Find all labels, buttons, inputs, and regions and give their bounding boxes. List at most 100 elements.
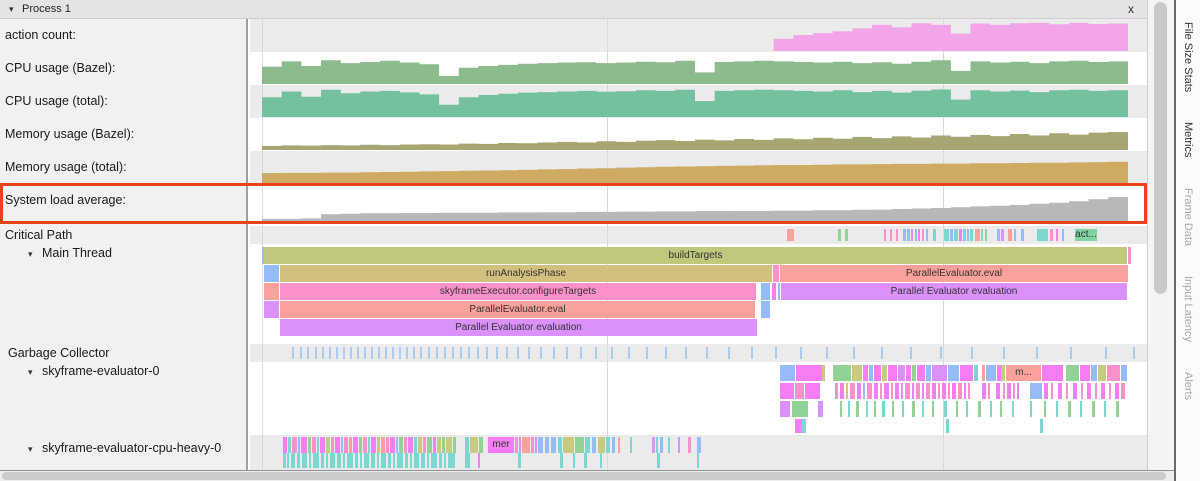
gc-tick[interactable] <box>436 347 438 359</box>
gc-tick[interactable] <box>444 347 446 359</box>
trace-slice[interactable] <box>313 453 319 468</box>
gc-tick[interactable] <box>971 347 973 359</box>
trace-slice[interactable] <box>780 383 794 399</box>
trace-slice[interactable] <box>761 301 770 318</box>
trace-slice[interactable] <box>1080 401 1082 417</box>
vertical-scrollbar-thumb[interactable] <box>1154 2 1167 294</box>
trace-slice[interactable] <box>341 437 343 453</box>
trace-slice[interactable] <box>874 401 876 417</box>
trace-slice[interactable] <box>371 453 375 468</box>
trace-slice[interactable] <box>414 437 417 453</box>
trace-slice[interactable] <box>518 453 521 468</box>
trace-slice[interactable] <box>360 453 362 468</box>
trace-slice[interactable] <box>922 401 924 417</box>
counter-chart[interactable] <box>262 55 1128 84</box>
trace-slice[interactable] <box>1080 365 1090 381</box>
expander-arrow-icon[interactable]: ▾ <box>28 249 33 260</box>
trace-slice[interactable] <box>1056 229 1058 241</box>
gc-tick[interactable] <box>460 347 462 359</box>
trace-slice[interactable] <box>535 437 537 453</box>
trace-slice[interactable] <box>922 383 924 399</box>
trace-slice[interactable] <box>433 437 436 453</box>
trace-slice[interactable] <box>551 437 556 453</box>
trace-slice[interactable] <box>840 401 842 417</box>
trace-slice[interactable] <box>573 453 575 468</box>
close-button[interactable]: x <box>1128 0 1134 18</box>
trace-slice[interactable] <box>1128 247 1131 264</box>
trace-slice[interactable] <box>1081 383 1083 399</box>
trace-slice[interactable] <box>453 437 456 453</box>
trace-slice[interactable] <box>1101 383 1105 399</box>
gc-tick[interactable] <box>853 347 855 359</box>
trace-slice[interactable] <box>850 383 855 399</box>
trace-slice[interactable] <box>1115 383 1119 399</box>
trace-slice[interactable] <box>846 383 848 399</box>
trace-slice[interactable] <box>780 401 790 417</box>
trace-slice[interactable] <box>822 365 825 381</box>
thread-label-skyframe-evaluator-cpu-heavy-0[interactable]: skyframe-evaluator-cpu-heavy-0 <box>42 441 221 455</box>
trace-slice[interactable] <box>545 437 549 453</box>
trace-slice[interactable] <box>1001 365 1005 381</box>
trace-slice[interactable] <box>538 437 543 453</box>
trace-slice[interactable] <box>944 401 947 417</box>
trace-slice[interactable] <box>688 437 691 453</box>
trace-slice[interactable] <box>888 365 897 381</box>
trace-slice[interactable] <box>317 437 319 453</box>
gc-tick[interactable] <box>428 347 430 359</box>
gc-tick[interactable] <box>486 347 488 359</box>
trace-slice[interactable] <box>697 453 699 468</box>
tab-metrics[interactable]: Metrics <box>1182 122 1194 157</box>
trace-slice[interactable] <box>948 383 950 399</box>
trace-slice[interactable] <box>1109 383 1111 399</box>
trace-slice[interactable] <box>942 383 946 399</box>
trace-slice[interactable] <box>446 437 452 453</box>
trace-slice[interactable] <box>1116 401 1119 417</box>
trace-slice[interactable] <box>833 365 851 381</box>
trace-slice[interactable] <box>792 401 808 417</box>
counter-chart[interactable] <box>262 121 1128 150</box>
trace-slice[interactable] <box>298 437 300 453</box>
trace-slice[interactable] <box>465 437 469 453</box>
trace-slice[interactable]: runAnalysisPhase <box>280 265 772 282</box>
trace-slice[interactable] <box>917 365 925 381</box>
gc-tick[interactable] <box>300 347 302 359</box>
trace-slice[interactable] <box>922 229 924 241</box>
trace-slice[interactable] <box>606 437 610 453</box>
expander-arrow-icon[interactable]: ▾ <box>28 444 33 455</box>
trace-slice[interactable] <box>802 419 806 433</box>
gc-tick[interactable] <box>378 347 380 359</box>
collapse-arrow-icon[interactable]: ▾ <box>9 0 14 18</box>
trace-slice[interactable] <box>584 453 587 468</box>
trace-slice[interactable] <box>331 437 334 453</box>
thread-label-main-thread[interactable]: Main Thread <box>42 246 112 260</box>
counter-chart[interactable] <box>262 154 1128 183</box>
trace-slice[interactable]: mer <box>488 437 514 453</box>
trace-slice[interactable] <box>519 437 521 453</box>
trace-slice[interactable] <box>840 383 844 399</box>
trace-slice[interactable] <box>918 229 920 241</box>
trace-slice[interactable] <box>902 401 904 417</box>
trace-slice[interactable] <box>975 229 980 241</box>
gc-tick[interactable] <box>1133 347 1135 359</box>
trace-slice[interactable] <box>630 437 632 453</box>
trace-slice[interactable] <box>283 453 286 468</box>
trace-slice[interactable] <box>371 437 376 453</box>
trace-slice[interactable] <box>944 229 949 241</box>
gc-tick[interactable] <box>611 347 613 359</box>
trace-slice[interactable] <box>1091 365 1097 381</box>
gc-tick[interactable] <box>528 347 530 359</box>
trace-slice[interactable] <box>1040 419 1043 433</box>
trace-slice[interactable] <box>563 437 574 453</box>
trace-slice[interactable] <box>678 437 680 453</box>
trace-slice[interactable] <box>427 437 432 453</box>
trace-slice[interactable] <box>880 383 882 399</box>
trace-slice[interactable] <box>388 453 391 468</box>
trace-slice[interactable] <box>1051 383 1053 399</box>
trace-slice[interactable] <box>982 383 986 399</box>
gc-tick[interactable] <box>315 347 317 359</box>
trace-slice[interactable] <box>932 383 936 399</box>
tab-input-latency[interactable]: Input Latency <box>1182 276 1194 342</box>
trace-slice[interactable] <box>1013 383 1015 399</box>
trace-slice[interactable] <box>986 365 996 381</box>
trace-slice[interactable] <box>1058 383 1062 399</box>
